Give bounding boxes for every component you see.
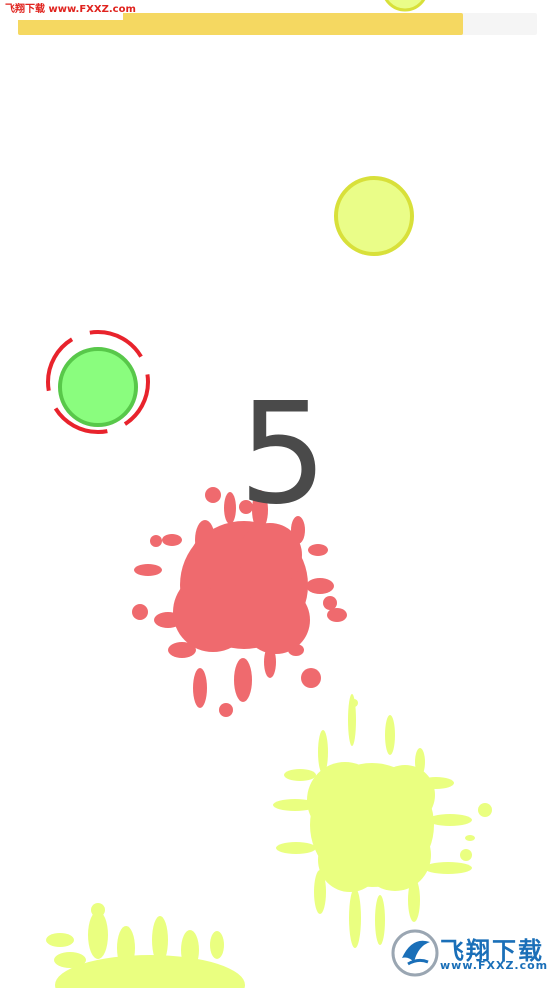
yellow-paint-splat-right	[273, 694, 492, 948]
countdown-number: 5	[238, 373, 328, 536]
green-target-circle[interactable]	[58, 347, 138, 427]
green-target-group[interactable]	[46, 330, 150, 434]
yellow-target-circle-top[interactable]	[383, 0, 427, 12]
logo-url-text: www.FXXZ.com	[440, 959, 549, 972]
fxxz-logo-icon	[391, 929, 439, 977]
yellow-target-circle[interactable]	[334, 176, 414, 256]
watermark-text: 飞翔下载 www.FXXZ.com	[0, 0, 136, 20]
yellow-paint-splat-left	[46, 903, 245, 988]
fxxz-watermark-logo: 飞翔下载 www.FXXZ.com	[388, 927, 549, 979]
game-board[interactable]: 飞翔下载 www.FXXZ.com 5 飞翔下载 www.FXXZ.com	[0, 0, 555, 988]
